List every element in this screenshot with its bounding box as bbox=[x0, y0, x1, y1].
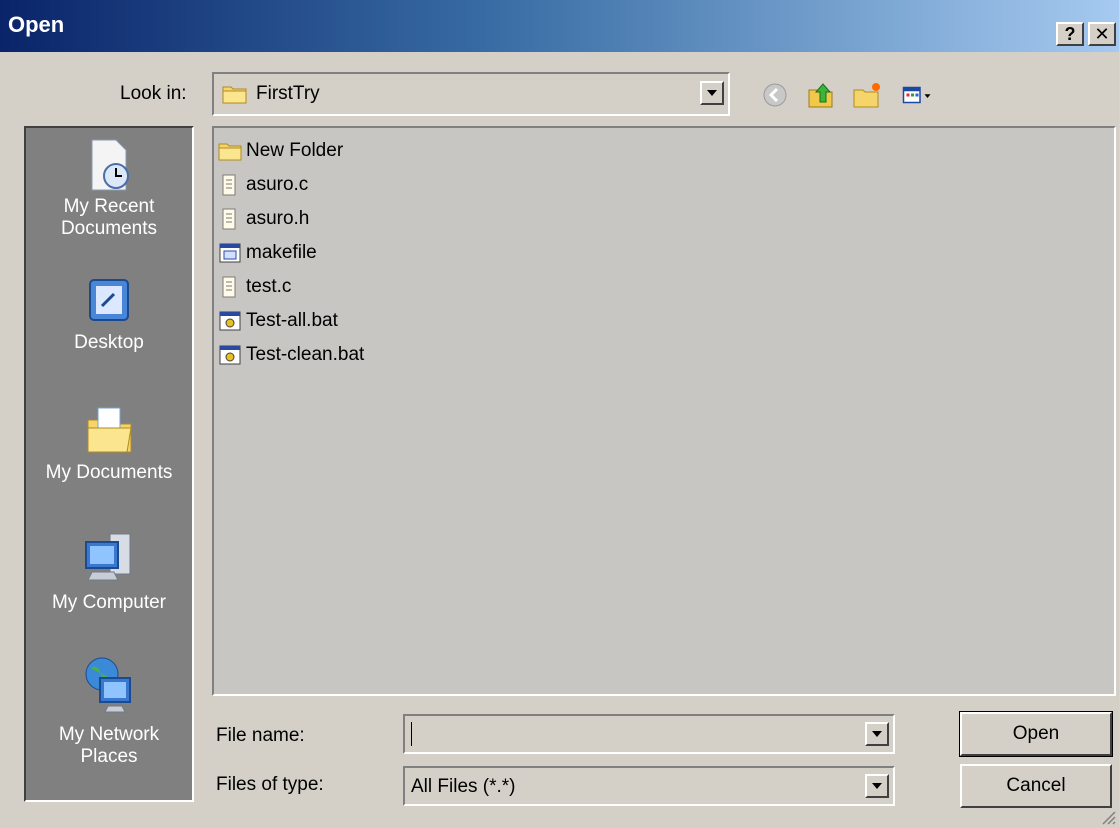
file-list[interactable]: New Folder asuro.c asuro.h makefile test… bbox=[212, 126, 1116, 696]
look-in-dropdown[interactable]: FirstTry bbox=[212, 72, 730, 116]
text-caret bbox=[411, 722, 412, 746]
file-name: Test-all.bat bbox=[246, 310, 338, 331]
place-desktop[interactable]: Desktop bbox=[26, 274, 192, 354]
batch-file-icon bbox=[219, 311, 241, 331]
chevron-down-icon[interactable] bbox=[865, 722, 889, 746]
list-item[interactable]: asuro.c bbox=[218, 170, 308, 200]
desktop-icon bbox=[89, 279, 129, 321]
place-label: My Computer bbox=[51, 592, 167, 613]
batch-file-icon bbox=[219, 345, 241, 365]
file-name-label: File name: bbox=[216, 725, 305, 746]
folder-icon bbox=[218, 143, 242, 161]
file-name: asuro.c bbox=[246, 174, 309, 195]
text-file-icon bbox=[222, 208, 236, 230]
text-file-icon bbox=[222, 174, 236, 196]
new-folder-icon[interactable] bbox=[852, 80, 882, 110]
place-label: My Network Places bbox=[58, 724, 160, 767]
window-title: Open bbox=[8, 12, 65, 37]
place-my-documents[interactable]: My Documents bbox=[26, 400, 192, 484]
list-item[interactable]: asuro.h bbox=[218, 204, 309, 234]
place-label: My Documents bbox=[45, 462, 173, 483]
look-in-value: FirstTry bbox=[256, 83, 320, 104]
close-button[interactable]: ✕ bbox=[1088, 22, 1116, 46]
file-name: test.c bbox=[246, 276, 292, 297]
title-bar[interactable]: Open ? ✕ bbox=[0, 0, 1119, 52]
cancel-button[interactable]: Cancel bbox=[960, 764, 1112, 808]
place-recent-documents[interactable]: My Recent Documents bbox=[26, 136, 192, 240]
help-button[interactable]: ? bbox=[1056, 22, 1084, 46]
file-type-value: All Files (*.*) bbox=[411, 776, 516, 797]
place-label: Desktop bbox=[74, 332, 144, 353]
list-item[interactable]: Test-clean.bat bbox=[218, 340, 364, 370]
open-button[interactable]: Open bbox=[959, 711, 1113, 757]
place-my-computer[interactable]: My Computer bbox=[26, 528, 192, 614]
file-type-dropdown[interactable]: All Files (*.*) bbox=[403, 766, 895, 806]
look-in-label: Look in: bbox=[120, 83, 187, 104]
my-computer-icon bbox=[85, 533, 131, 581]
places-bar: My Recent Documents Desktop My Documents bbox=[24, 126, 194, 802]
list-item[interactable]: test.c bbox=[218, 272, 291, 302]
file-name: makefile bbox=[246, 242, 317, 263]
chevron-down-icon[interactable] bbox=[865, 774, 889, 798]
file-name: asuro.h bbox=[246, 208, 310, 229]
file-name: New Folder bbox=[246, 140, 344, 161]
place-network-places[interactable]: My Network Places bbox=[26, 654, 192, 768]
file-name: Test-clean.bat bbox=[246, 344, 365, 365]
makefile-icon bbox=[219, 243, 241, 263]
file-type-label: Files of type: bbox=[216, 774, 324, 795]
folder-icon bbox=[222, 86, 247, 104]
my-documents-icon bbox=[87, 407, 132, 453]
network-places-icon bbox=[85, 657, 131, 713]
place-label: My Recent Documents bbox=[60, 196, 158, 239]
list-item[interactable]: New Folder bbox=[218, 136, 343, 166]
list-item[interactable]: makefile bbox=[218, 238, 317, 268]
up-folder-icon[interactable] bbox=[806, 80, 836, 110]
recent-documents-icon bbox=[91, 139, 129, 191]
views-menu-icon[interactable] bbox=[902, 80, 932, 110]
back-icon[interactable] bbox=[760, 80, 790, 110]
file-name-input[interactable] bbox=[403, 714, 895, 754]
open-dialog: Open ? ✕ Look in: FirstTry My Recent Doc… bbox=[0, 0, 1119, 828]
text-file-icon bbox=[222, 276, 236, 298]
chevron-down-icon[interactable] bbox=[700, 81, 724, 105]
resize-grip-icon[interactable] bbox=[1099, 808, 1117, 826]
list-item[interactable]: Test-all.bat bbox=[218, 306, 338, 336]
